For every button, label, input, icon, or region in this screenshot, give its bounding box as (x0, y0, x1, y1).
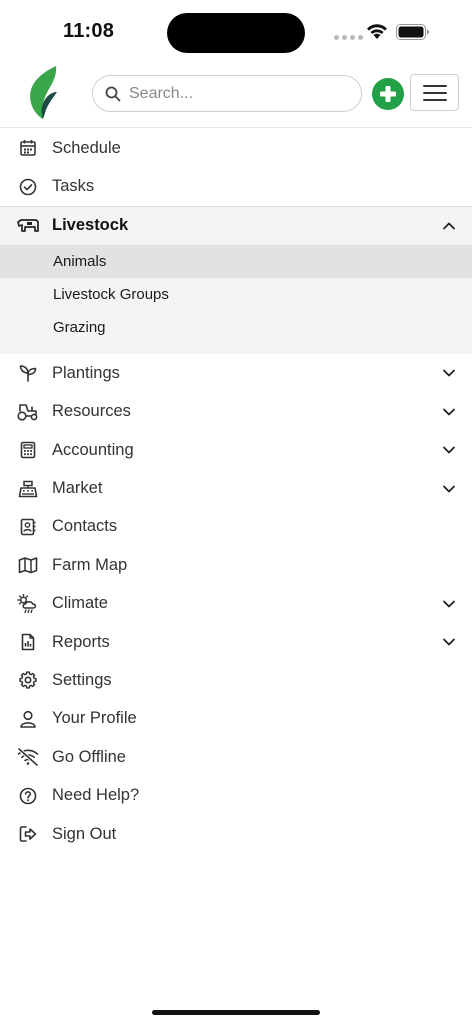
nav-label: Contacts (52, 517, 118, 536)
chevron-up-icon[interactable] (440, 217, 458, 235)
nav-item-resources[interactable]: Resources (0, 393, 472, 431)
check-circle-icon (17, 176, 39, 198)
nav-label: Schedule (52, 138, 121, 157)
livestock-group: Livestock Animals Livestock Groups Grazi… (0, 205, 472, 355)
plus-icon (378, 84, 398, 104)
dynamic-island (167, 13, 305, 53)
leaf-logo-icon[interactable] (27, 65, 59, 121)
nav-item-settings[interactable]: Settings (0, 661, 472, 699)
nav-item-climate[interactable]: Climate (0, 585, 472, 623)
nav-item-plantings[interactable]: Plantings (0, 354, 472, 392)
status-time: 11:08 (63, 20, 115, 42)
subnav-item-grazing[interactable]: Grazing (0, 311, 472, 344)
chevron-down-icon[interactable] (440, 441, 458, 459)
nav-item-sign-out[interactable]: Sign Out (0, 815, 472, 853)
subnav-item-livestock-groups[interactable]: Livestock Groups (0, 278, 472, 311)
nav-label: Your Profile (52, 709, 137, 728)
hamburger-icon (422, 84, 447, 87)
nav-label: Accounting (52, 440, 134, 459)
nav-label: Sign Out (52, 824, 117, 843)
address-book-icon (17, 516, 39, 538)
nav-label: Tasks (52, 177, 95, 196)
report-chart-icon (17, 631, 39, 653)
map-icon (17, 554, 39, 576)
nav-label: Market (52, 479, 103, 498)
cellular-signal-icon (334, 35, 363, 40)
nav-label: Climate (52, 594, 108, 613)
app-header (0, 62, 472, 128)
subnav-item-animals[interactable]: Animals (0, 245, 472, 279)
chevron-down-icon[interactable] (440, 480, 458, 498)
nav-label: Need Help? (52, 786, 140, 805)
seedling-icon (17, 362, 39, 384)
wifi-off-icon (17, 746, 39, 768)
nav-item-reports[interactable]: Reports (0, 623, 472, 661)
nav-item-contacts[interactable]: Contacts (0, 508, 472, 546)
hamburger-menu-button[interactable] (410, 74, 459, 111)
calculator-icon (17, 439, 39, 461)
home-indicator (152, 1010, 320, 1015)
cow-icon (17, 215, 39, 237)
subnav-label: Grazing (53, 319, 106, 337)
search-bar[interactable] (92, 75, 362, 112)
chevron-down-icon[interactable] (440, 595, 458, 613)
nav-item-livestock[interactable]: Livestock (0, 207, 472, 245)
nav-label: Livestock (52, 216, 129, 235)
chevron-down-icon[interactable] (440, 633, 458, 651)
nav-item-need-help[interactable]: Need Help? (0, 776, 472, 814)
chevron-down-icon[interactable] (440, 364, 458, 382)
nav-item-tasks[interactable]: Tasks (0, 167, 472, 205)
status-bar: 11:08 (0, 0, 472, 62)
chevron-down-icon[interactable] (440, 403, 458, 421)
gear-icon (17, 669, 39, 691)
cash-register-icon (17, 478, 39, 500)
tractor-icon (17, 401, 39, 423)
calendar-icon (17, 137, 39, 159)
sign-out-icon (17, 823, 39, 845)
subnav-label: Animals (53, 253, 107, 271)
nav-item-your-profile[interactable]: Your Profile (0, 700, 472, 738)
search-icon (105, 85, 123, 103)
nav-label: Plantings (52, 363, 120, 382)
side-nav: Schedule Tasks Livestock Animals Livesto… (0, 129, 472, 853)
battery-icon (396, 24, 430, 40)
nav-label: Settings (52, 670, 112, 689)
sun-cloud-rain-icon (17, 593, 39, 615)
nav-item-market[interactable]: Market (0, 469, 472, 507)
nav-label: Resources (52, 402, 131, 421)
nav-label: Farm Map (52, 555, 128, 574)
nav-label: Go Offline (52, 747, 126, 766)
wifi-icon (366, 22, 388, 40)
nav-label: Reports (52, 632, 110, 651)
nav-item-schedule[interactable]: Schedule (0, 129, 472, 167)
question-circle-icon (17, 785, 39, 807)
add-button[interactable] (372, 78, 404, 110)
nav-item-farm-map[interactable]: Farm Map (0, 546, 472, 584)
subnav-label: Livestock Groups (53, 286, 169, 304)
search-input[interactable] (129, 84, 349, 103)
user-icon (17, 708, 39, 730)
nav-item-go-offline[interactable]: Go Offline (0, 738, 472, 776)
nav-item-accounting[interactable]: Accounting (0, 431, 472, 469)
